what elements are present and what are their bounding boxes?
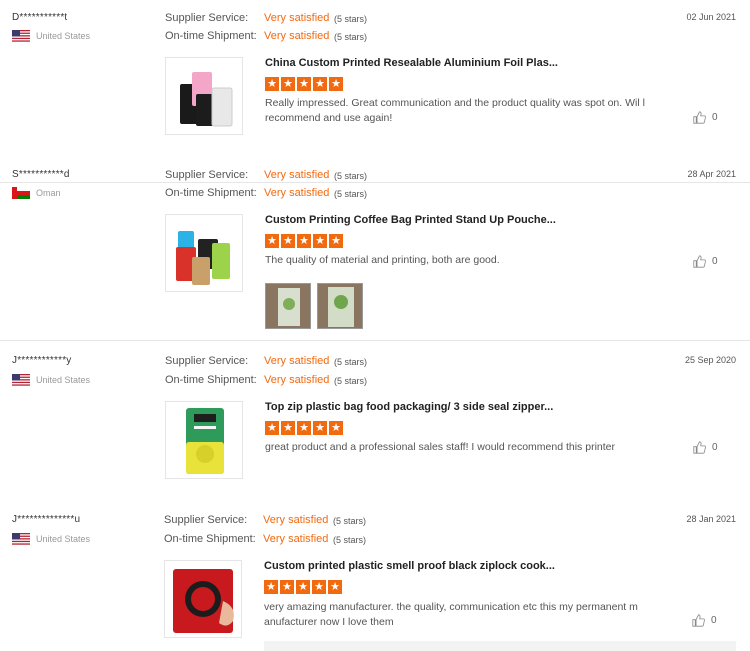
reviewer-country: United States	[12, 374, 90, 386]
like-count: 0	[712, 442, 718, 453]
reviewer-name: J**************u	[12, 514, 81, 525]
review-photo[interactable]	[317, 283, 363, 329]
supplier-service-label: Supplier Service:	[165, 12, 249, 24]
ontime-shipment-value: Very satisfied	[264, 187, 330, 199]
like-button[interactable]: 0	[693, 441, 718, 454]
star-icon: ★	[281, 77, 295, 91]
ontime-shipment-label: On-time Shipment:	[165, 30, 257, 42]
ontime-shipment-stars: (5 stars)	[334, 376, 368, 386]
like-count: 0	[712, 256, 718, 267]
supplier-service-label: Supplier Service:	[164, 514, 248, 526]
thumbs-up-icon	[693, 441, 706, 454]
ontime-shipment-label: On-time Shipment:	[165, 187, 257, 199]
star-icon: ★	[329, 421, 343, 435]
product-thumbnail[interactable]	[164, 560, 242, 638]
review-text: very amazing manufacturer. the quality, …	[264, 601, 638, 628]
supplier-service-stars: (5 stars)	[334, 357, 368, 367]
country-label: Oman	[36, 188, 61, 198]
star-icon: ★	[281, 234, 295, 248]
product-title[interactable]: China Custom Printed Resealable Aluminiu…	[265, 57, 558, 69]
star-icon: ★	[313, 421, 327, 435]
supplier-service-value: Very satisfied	[264, 169, 330, 181]
us-flag-icon	[12, 30, 30, 42]
like-button[interactable]: 0	[693, 255, 718, 268]
review-date: 28 Jan 2021	[686, 514, 736, 524]
reviewer-name: S***********d	[12, 169, 70, 180]
star-icon: ★	[265, 77, 279, 91]
like-button[interactable]: 0	[693, 111, 718, 124]
ontime-shipment-value: Very satisfied	[264, 30, 330, 42]
ontime-shipment-value: Very satisfied	[263, 533, 329, 545]
product-thumbnail[interactable]	[165, 214, 243, 292]
star-icon: ★	[329, 234, 343, 248]
star-icon: ★	[312, 580, 326, 594]
product-thumbnail[interactable]	[165, 401, 243, 479]
reviewer-country: Oman	[12, 187, 61, 199]
supplier-service-value: Very satisfied	[263, 514, 329, 526]
star-icon: ★	[265, 421, 279, 435]
ontime-shipment-label: On-time Shipment:	[164, 533, 256, 545]
review-divider	[0, 182, 750, 183]
star-icon: ★	[329, 77, 343, 91]
star-icon: ★	[297, 234, 311, 248]
star-icon: ★	[297, 77, 311, 91]
rating-stars: ★ ★ ★ ★ ★	[265, 421, 343, 435]
product-title[interactable]: Custom printed plastic smell proof black…	[264, 560, 555, 572]
reviewer-country: United States	[12, 30, 90, 42]
reviewer-name: J************y	[12, 355, 72, 366]
reviewer-country: United States	[12, 533, 90, 545]
ontime-shipment-value: Very satisfied	[264, 374, 330, 386]
country-label: United States	[36, 375, 91, 385]
star-icon: ★	[281, 421, 295, 435]
review-text: The quality of material and printing, bo…	[265, 254, 500, 266]
supplier-service-label: Supplier Service:	[165, 355, 249, 367]
review-photo[interactable]	[265, 283, 311, 329]
supplier-service-value: Very satisfied	[264, 355, 330, 367]
supplier-service-value: Very satisfied	[264, 12, 330, 24]
star-icon: ★	[296, 580, 310, 594]
star-icon: ★	[313, 77, 327, 91]
star-icon: ★	[280, 580, 294, 594]
review-date: 02 Jun 2021	[686, 12, 736, 22]
review-date: 25 Sep 2020	[684, 355, 736, 365]
star-icon: ★	[297, 421, 311, 435]
product-title[interactable]: Top zip plastic bag food packaging/ 3 si…	[265, 401, 553, 413]
review-text: Really impressed. Great communication an…	[265, 97, 645, 124]
supplier-service-stars: (5 stars)	[334, 171, 368, 181]
thumbs-up-icon	[693, 111, 706, 124]
us-flag-icon	[12, 533, 30, 545]
thumbs-up-icon	[692, 614, 705, 627]
star-icon: ★	[264, 580, 278, 594]
ontime-shipment-stars: (5 stars)	[334, 189, 368, 199]
star-icon: ★	[328, 580, 342, 594]
reply-box	[264, 641, 736, 651]
country-label: United States	[36, 31, 91, 41]
review-date: 28 Apr 2021	[687, 169, 736, 179]
ontime-shipment-stars: (5 stars)	[334, 32, 368, 42]
star-icon: ★	[265, 234, 279, 248]
like-count: 0	[712, 112, 718, 123]
us-flag-icon	[12, 374, 30, 386]
product-title[interactable]: Custom Printing Coffee Bag Printed Stand…	[265, 214, 556, 226]
rating-stars: ★ ★ ★ ★ ★	[264, 580, 342, 594]
star-icon: ★	[313, 234, 327, 248]
country-label: United States	[36, 534, 91, 544]
review-divider	[0, 340, 750, 341]
product-thumbnail[interactable]	[165, 57, 243, 135]
ontime-shipment-stars: (5 stars)	[333, 535, 367, 545]
supplier-service-stars: (5 stars)	[334, 14, 368, 24]
oman-flag-icon	[12, 187, 30, 199]
rating-stars: ★ ★ ★ ★ ★	[265, 234, 343, 248]
reviewer-name: D***********t	[12, 12, 68, 23]
supplier-service-label: Supplier Service:	[165, 169, 249, 181]
supplier-service-stars: (5 stars)	[333, 516, 367, 526]
thumbs-up-icon	[693, 255, 706, 268]
like-button[interactable]: 0	[692, 614, 717, 627]
like-count: 0	[711, 615, 717, 626]
review-text: great product and a professional sales s…	[265, 441, 615, 453]
rating-stars: ★ ★ ★ ★ ★	[265, 77, 343, 91]
ontime-shipment-label: On-time Shipment:	[165, 374, 257, 386]
